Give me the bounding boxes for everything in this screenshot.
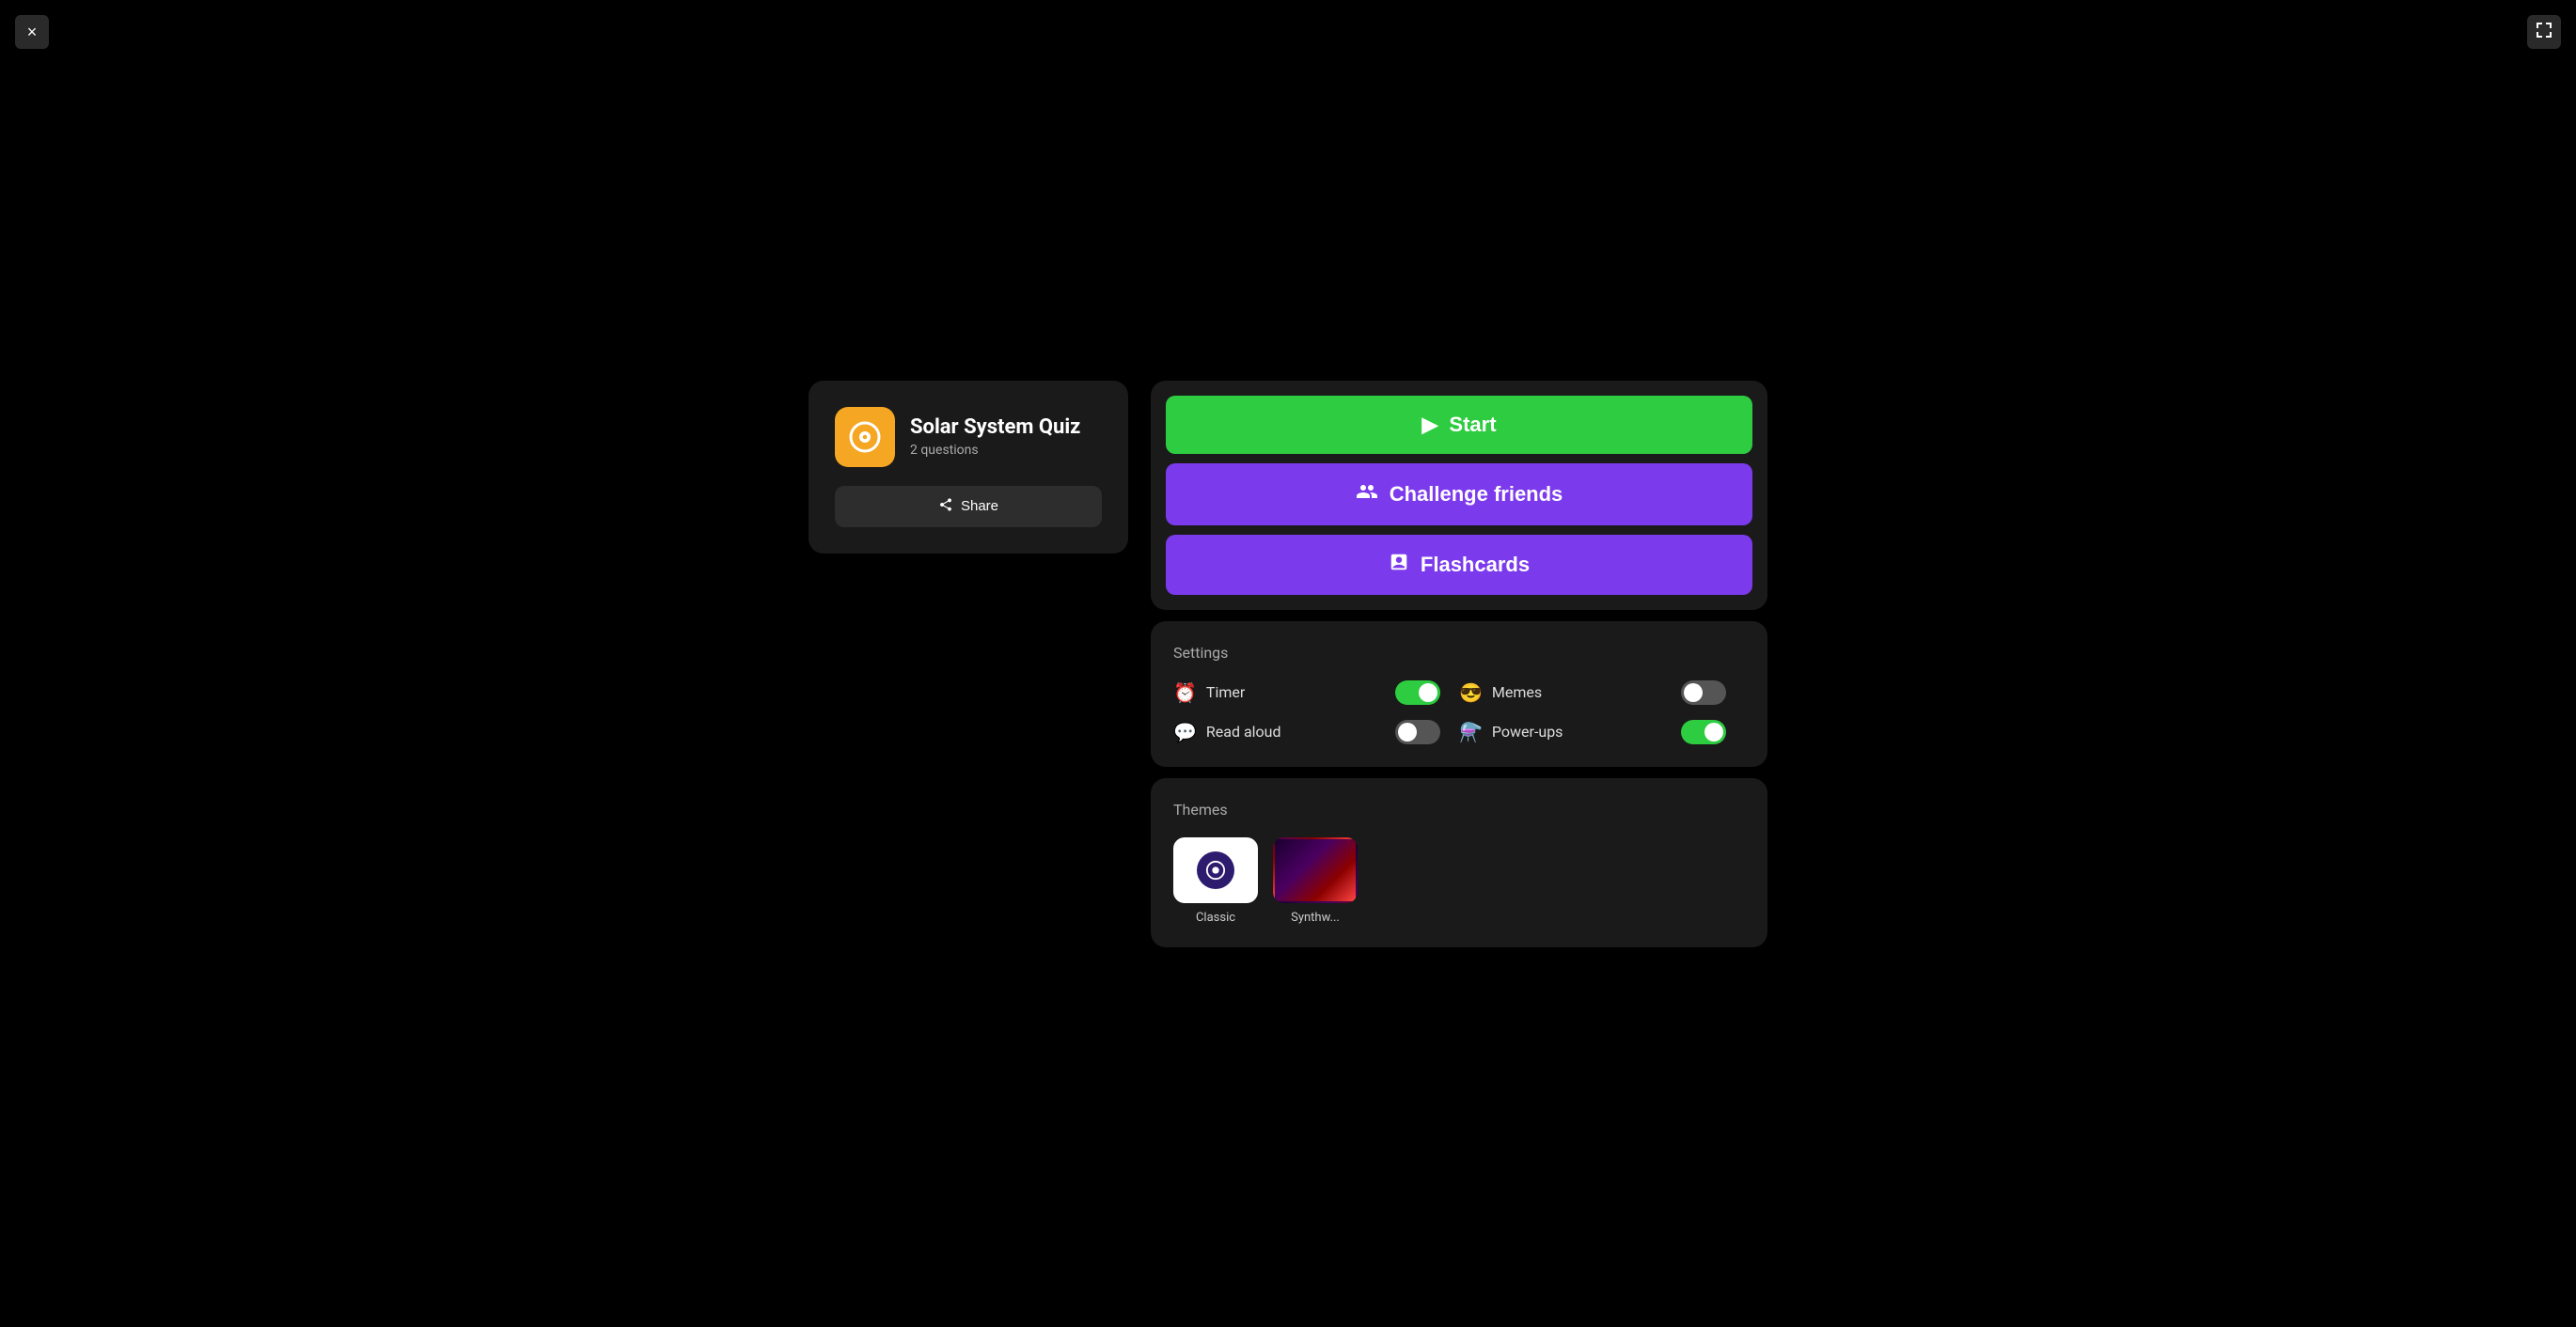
timer-label: ⏰ Timer bbox=[1173, 681, 1245, 704]
setting-timer: ⏰ Timer bbox=[1173, 680, 1459, 705]
theme-synthwave-item[interactable]: Synthw... bbox=[1273, 837, 1358, 925]
settings-title: Settings bbox=[1173, 644, 1745, 662]
read-aloud-text: Read aloud bbox=[1206, 723, 1281, 741]
quiz-questions: 2 questions bbox=[910, 443, 1080, 458]
theme-synthwave-label: Synthw... bbox=[1291, 911, 1340, 925]
flashcards-button[interactable]: Flashcards bbox=[1166, 535, 1752, 595]
theme-classic-thumbnail bbox=[1173, 837, 1258, 903]
challenge-label: Challenge friends bbox=[1390, 482, 1563, 507]
quiz-info: Solar System Quiz 2 questions bbox=[835, 407, 1102, 467]
memes-icon: 😎 bbox=[1459, 681, 1483, 704]
timer-text: Timer bbox=[1206, 683, 1245, 701]
flashcards-label: Flashcards bbox=[1421, 553, 1530, 577]
share-button[interactable]: Share bbox=[835, 486, 1102, 527]
theme-classic-item[interactable]: Classic bbox=[1173, 837, 1258, 925]
power-ups-text: Power-ups bbox=[1492, 723, 1563, 741]
memes-slider bbox=[1681, 680, 1726, 705]
setting-read-aloud: 💬 Read aloud bbox=[1173, 720, 1459, 744]
start-button[interactable]: ▶ Start bbox=[1166, 396, 1752, 454]
power-ups-label: ⚗️ Power-ups bbox=[1459, 721, 1563, 743]
power-ups-slider bbox=[1681, 720, 1726, 744]
expand-button[interactable] bbox=[2527, 15, 2561, 49]
play-icon: ▶ bbox=[1422, 413, 1437, 437]
theme-classic-label: Classic bbox=[1196, 911, 1235, 925]
read-aloud-icon: 💬 bbox=[1173, 721, 1197, 743]
memes-text: Memes bbox=[1492, 683, 1542, 701]
expand-icon bbox=[2536, 22, 2552, 43]
start-label: Start bbox=[1449, 413, 1496, 437]
main-container: Solar System Quiz 2 questions Share ▶ St… bbox=[771, 343, 1805, 985]
share-label: Share bbox=[961, 498, 998, 514]
read-aloud-label: 💬 Read aloud bbox=[1173, 721, 1281, 743]
challenge-friends-button[interactable]: Challenge friends bbox=[1166, 463, 1752, 525]
quiz-text: Solar System Quiz 2 questions bbox=[910, 415, 1080, 458]
close-button[interactable]: × bbox=[15, 15, 49, 49]
challenge-icon bbox=[1356, 480, 1378, 508]
power-ups-toggle[interactable] bbox=[1681, 720, 1726, 744]
theme-classic-icon bbox=[1197, 851, 1234, 889]
action-buttons-container: ▶ Start Challenge friends Flashcards bbox=[1151, 381, 1767, 610]
read-aloud-slider bbox=[1395, 720, 1440, 744]
setting-power-ups: ⚗️ Power-ups bbox=[1459, 720, 1745, 744]
settings-panel: Settings ⏰ Timer 😎 bbox=[1151, 621, 1767, 767]
setting-memes: 😎 Memes bbox=[1459, 680, 1745, 705]
read-aloud-toggle[interactable] bbox=[1395, 720, 1440, 744]
theme-synthwave-thumbnail bbox=[1273, 837, 1358, 903]
themes-title: Themes bbox=[1173, 801, 1745, 819]
memes-label: 😎 Memes bbox=[1459, 681, 1542, 704]
quiz-title: Solar System Quiz bbox=[910, 415, 1080, 439]
memes-toggle[interactable] bbox=[1681, 680, 1726, 705]
right-panel: ▶ Start Challenge friends Flashcards bbox=[1151, 381, 1767, 947]
timer-icon: ⏰ bbox=[1173, 681, 1197, 704]
left-panel: Solar System Quiz 2 questions Share bbox=[809, 381, 1128, 554]
power-ups-icon: ⚗️ bbox=[1459, 721, 1483, 743]
timer-toggle[interactable] bbox=[1395, 680, 1440, 705]
flashcards-icon bbox=[1389, 552, 1409, 578]
themes-grid: Classic Synthw... bbox=[1173, 837, 1745, 925]
quiz-icon bbox=[835, 407, 895, 467]
timer-slider bbox=[1395, 680, 1440, 705]
share-icon bbox=[938, 497, 953, 516]
themes-panel: Themes Classic bbox=[1151, 778, 1767, 947]
close-icon: × bbox=[27, 23, 38, 42]
settings-grid: ⏰ Timer 😎 Memes bbox=[1173, 680, 1745, 744]
